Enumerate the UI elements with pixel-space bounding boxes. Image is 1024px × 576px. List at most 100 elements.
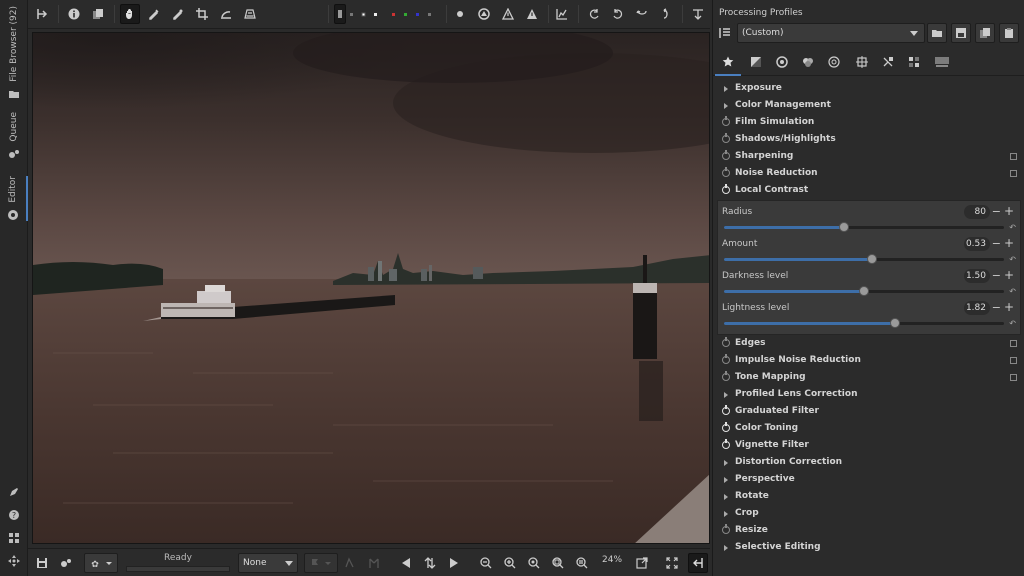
slider-track[interactable] — [724, 318, 1004, 328]
hide-right-panel-icon[interactable] — [688, 553, 708, 573]
sync-icon[interactable] — [422, 553, 438, 573]
help-icon[interactable]: ? — [0, 509, 28, 521]
color-label-button[interactable] — [304, 553, 338, 573]
zoom-100-icon[interactable] — [526, 553, 542, 573]
white-balance-icon[interactable] — [168, 4, 188, 24]
power-toggle-icon[interactable] — [722, 184, 730, 194]
power-toggle-icon[interactable] — [722, 439, 730, 449]
profile-select[interactable]: None — [238, 553, 298, 573]
slider-track[interactable] — [724, 222, 1004, 232]
paste-profile-icon[interactable] — [366, 553, 382, 573]
tool-selective-editing[interactable]: Selective Editing — [713, 539, 1024, 556]
reset-icon[interactable]: ↶ — [1009, 255, 1016, 264]
power-toggle-icon[interactable] — [722, 150, 730, 160]
tool-sharpening[interactable]: Sharpening — [713, 148, 1024, 165]
increment-icon[interactable]: + — [1004, 268, 1014, 282]
tool-crop[interactable]: Crop — [713, 505, 1024, 522]
increment-icon[interactable]: + — [1004, 204, 1014, 218]
decrement-icon[interactable]: − — [992, 205, 1001, 218]
new-detail-window-icon[interactable] — [634, 553, 650, 573]
reset-icon[interactable]: ↶ — [1009, 319, 1016, 328]
slider-value-field[interactable]: 0.53 — [964, 237, 990, 251]
power-toggle-icon[interactable] — [722, 337, 730, 347]
tab-favorites[interactable] — [715, 55, 741, 76]
panel-toggle-icon[interactable] — [688, 4, 708, 24]
tab-transform[interactable] — [855, 55, 869, 69]
slider-handle[interactable] — [859, 286, 869, 296]
image-preview[interactable] — [32, 32, 710, 544]
flip-horizontal-icon[interactable] — [632, 4, 652, 24]
zoom-fit-icon[interactable] — [550, 553, 566, 573]
external-editor-button[interactable]: ✿ — [84, 553, 118, 573]
tab-editor[interactable]: Editor — [0, 176, 28, 221]
warning-filled-icon[interactable] — [522, 4, 542, 24]
zoom-out-icon[interactable] — [478, 553, 494, 573]
zoom-fit-crop-icon[interactable] — [574, 553, 590, 573]
slider-radius[interactable]: Radius 80− + ↶ — [718, 204, 1020, 236]
slider-track[interactable] — [724, 286, 1004, 296]
info-icon[interactable] — [64, 4, 84, 24]
tool-color-management[interactable]: Color Management — [713, 97, 1024, 114]
tab-file-browser[interactable]: File Browser (92) — [0, 6, 28, 100]
power-toggle-icon[interactable] — [722, 371, 730, 381]
color-picker-icon[interactable] — [144, 4, 164, 24]
profile-dropdown[interactable]: (Custom) — [737, 23, 925, 43]
tool-local-contrast[interactable]: Local Contrast — [713, 182, 1024, 199]
tab-exposure[interactable] — [749, 55, 763, 69]
slider-track[interactable] — [724, 254, 1004, 264]
tab-queue[interactable]: Queue — [0, 112, 28, 160]
tool-impulse-noise-reduction[interactable]: Impulse Noise Reduction — [713, 352, 1024, 369]
reset-icon[interactable]: ↶ — [1009, 287, 1016, 296]
tool-distortion-correction[interactable]: Distortion Correction — [713, 454, 1024, 471]
hand-icon[interactable] — [120, 4, 140, 24]
power-toggle-icon[interactable] — [722, 167, 730, 177]
zoom-in-icon[interactable] — [502, 553, 518, 573]
fullscreen-icon[interactable] — [664, 553, 680, 573]
tool-exposure[interactable]: Exposure — [713, 80, 1024, 97]
tool-shadows-highlights[interactable]: Shadows/Highlights — [713, 131, 1024, 148]
tool-tone-mapping[interactable]: Tone Mapping — [713, 369, 1024, 386]
tool-noise-reduction[interactable]: Noise Reduction — [713, 165, 1024, 182]
copy-profile-icon[interactable] — [342, 553, 358, 573]
hide-panel-icon[interactable] — [32, 4, 52, 24]
queue-add-icon[interactable] — [58, 553, 74, 573]
tool-edges[interactable]: Edges — [713, 335, 1024, 352]
tool-film-simulation[interactable]: Film Simulation — [713, 114, 1024, 131]
before-after-icon[interactable] — [88, 4, 108, 24]
tool-perspective[interactable]: Perspective — [713, 471, 1024, 488]
power-toggle-icon[interactable] — [722, 133, 730, 143]
next-image-icon[interactable] — [446, 553, 462, 573]
decrement-icon[interactable]: − — [992, 269, 1001, 282]
power-toggle-icon[interactable] — [722, 116, 730, 126]
flip-vertical-icon[interactable] — [656, 4, 676, 24]
slider-handle[interactable] — [839, 222, 850, 232]
straighten-icon[interactable] — [216, 4, 236, 24]
increment-icon[interactable]: + — [1004, 300, 1014, 314]
power-toggle-icon[interactable] — [722, 354, 730, 364]
copy-profile-icon-2[interactable] — [975, 23, 995, 43]
edit-icon[interactable] — [0, 486, 28, 498]
histogram-icon[interactable] — [552, 4, 572, 24]
move-icon[interactable] — [0, 555, 28, 567]
load-profile-icon[interactable] — [927, 23, 947, 43]
tool-color-toning[interactable]: Color Toning — [713, 420, 1024, 437]
decrement-icon[interactable]: − — [992, 237, 1001, 250]
reset-icon[interactable]: ↶ — [1009, 223, 1016, 232]
save-icon[interactable] — [34, 553, 50, 573]
slider-value-field[interactable]: 1.50 — [964, 269, 990, 283]
slider-handle[interactable] — [867, 254, 878, 264]
power-toggle-icon[interactable] — [722, 422, 730, 432]
slider-amount[interactable]: Amount 0.53− + ↶ — [718, 236, 1020, 268]
tab-detail[interactable] — [775, 55, 789, 69]
warning-outline-icon[interactable] — [498, 4, 518, 24]
focus-mask-icon[interactable] — [450, 4, 470, 24]
rotate-left-icon[interactable] — [584, 4, 604, 24]
tool-resize[interactable]: Resize — [713, 522, 1024, 539]
slider-lightness-level[interactable]: Lightness level 1.82− + ↶ — [718, 300, 1020, 332]
power-toggle-icon[interactable] — [722, 524, 730, 534]
tool-profiled-lens-correction[interactable]: Profiled Lens Correction — [713, 386, 1024, 403]
slider-handle[interactable] — [889, 318, 900, 328]
preview-toggle-icon[interactable] — [334, 4, 346, 24]
decrement-icon[interactable]: − — [992, 301, 1001, 314]
tab-locallab[interactable] — [907, 55, 921, 69]
